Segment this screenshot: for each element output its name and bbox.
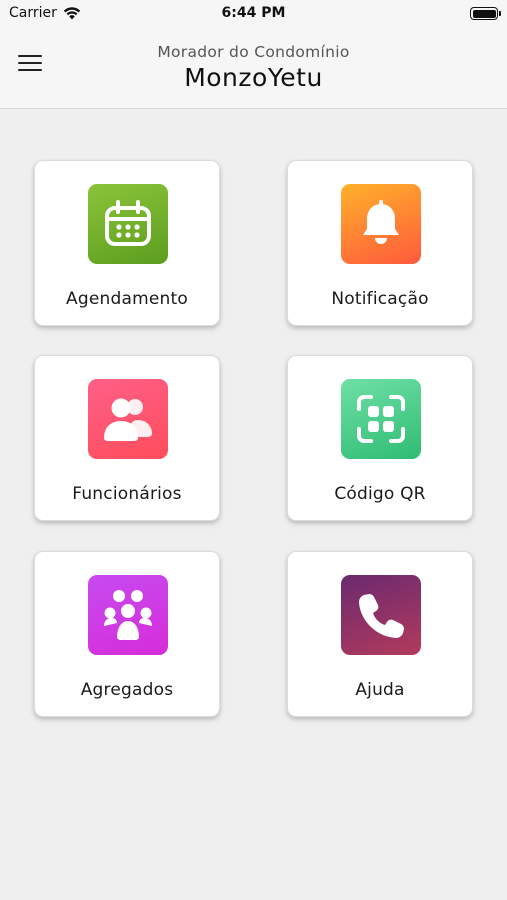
menu-card-ajuda[interactable]: Ajuda — [287, 551, 473, 717]
calendar-icon — [88, 184, 168, 264]
menu-card-agregados[interactable]: Agregados — [34, 551, 220, 717]
menu-card-label: Funcionários — [72, 484, 182, 504]
menu-card-codigo-qr[interactable]: Código QR — [287, 355, 473, 521]
group-icon — [88, 575, 168, 655]
qr-scan-icon — [341, 379, 421, 459]
menu-card-label: Código QR — [334, 484, 426, 504]
bell-icon — [341, 184, 421, 264]
menu-card-label: Ajuda — [355, 680, 405, 700]
users-icon — [88, 379, 168, 459]
menu-card-notificacao[interactable]: Notificação — [287, 160, 473, 326]
phone-icon — [341, 575, 421, 655]
menu-card-funcionarios[interactable]: Funcionários — [34, 355, 220, 521]
menu-card-agendamento[interactable]: Agendamento — [34, 160, 220, 326]
menu-card-label: Agendamento — [66, 289, 188, 309]
menu-card-label: Agregados — [80, 680, 174, 700]
menu-grid: Agendamento Notificação Funcionários Cód… — [0, 0, 507, 900]
menu-card-label: Notificação — [331, 289, 429, 309]
